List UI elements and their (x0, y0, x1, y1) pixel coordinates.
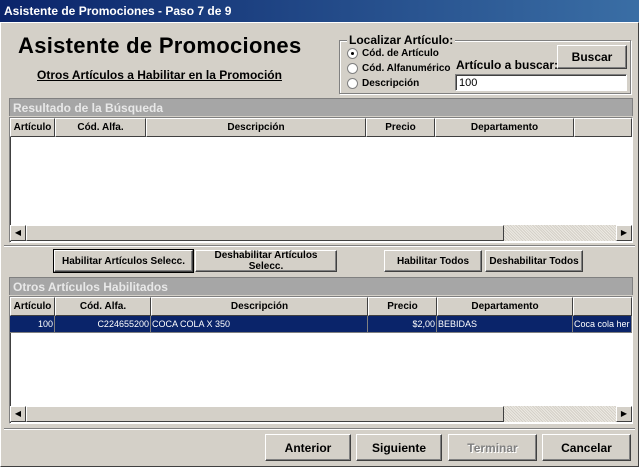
cell-extra: Coca cola her (573, 316, 632, 333)
col-articulo[interactable]: Artículo (10, 297, 55, 316)
search-input[interactable] (455, 74, 627, 91)
radio-cod-alfanumerico[interactable]: Cód. Alfanumérico (347, 63, 451, 74)
radio-cod-articulo[interactable]: Cód. de Artículo (347, 48, 439, 59)
divider (4, 428, 635, 430)
cell-departamento: BEBIDAS (437, 316, 573, 333)
col-precio[interactable]: Precio (368, 297, 437, 316)
results-hscrollbar[interactable]: ◀ ▶ (10, 225, 632, 241)
cancel-button[interactable]: Cancelar (542, 434, 631, 461)
page-subtitle: Otros Artículos a Habilitar en la Promoc… (37, 68, 282, 82)
scroll-left-icon[interactable]: ◀ (10, 225, 26, 241)
enabled-grid-header: Artículo Cód. Alfa. Descripción Precio D… (10, 297, 632, 316)
enabled-hscrollbar[interactable]: ◀ ▶ (10, 406, 632, 422)
scroll-right-icon[interactable]: ▶ (616, 225, 632, 241)
enable-all-button[interactable]: Habilitar Todos (384, 250, 482, 272)
search-button[interactable]: Buscar (557, 45, 627, 69)
cell-precio: $2,00 (368, 316, 437, 333)
radio-label: Cód. de Artículo (362, 48, 439, 59)
divider (4, 245, 635, 247)
search-field-label: Artículo a buscar: (456, 58, 559, 72)
search-group-label: Localizar Artículo: (347, 33, 456, 47)
scroll-left-icon[interactable]: ◀ (10, 406, 26, 422)
radio-descripcion[interactable]: Descripción (347, 78, 419, 89)
col-articulo[interactable]: Artículo (10, 118, 55, 137)
back-button[interactable]: Anterior (265, 434, 351, 461)
results-grid[interactable]: Artículo Cód. Alfa. Descripción Precio D… (9, 117, 633, 243)
results-grid-body (10, 137, 632, 225)
col-cod-alfa[interactable]: Cód. Alfa. (55, 118, 146, 137)
enabled-panel-header: Otros Artículos Habilitados (9, 277, 633, 295)
scroll-right-icon[interactable]: ▶ (616, 406, 632, 422)
results-grid-header: Artículo Cód. Alfa. Descripción Precio D… (10, 118, 632, 137)
scroll-thumb[interactable] (26, 406, 504, 422)
radio-label: Descripción (362, 78, 420, 89)
radio-empty-icon (347, 63, 358, 74)
enabled-grid[interactable]: Artículo Cód. Alfa. Descripción Precio D… (9, 296, 633, 424)
scroll-thumb[interactable] (26, 225, 504, 241)
disable-all-button[interactable]: Deshabilitar Todos (485, 250, 583, 272)
col-descripcion[interactable]: Descripción (151, 297, 368, 316)
cell-descripcion: COCA COLA X 350 (151, 316, 368, 333)
cell-cod-alfa: C224655200 (55, 316, 151, 333)
results-panel-header: Resultado de la Búsqueda (9, 98, 633, 116)
col-departamento[interactable]: Departamento (437, 297, 573, 316)
col-precio[interactable]: Precio (366, 118, 435, 137)
col-cod-alfa[interactable]: Cód. Alfa. (55, 297, 151, 316)
col-descripcion[interactable]: Descripción (146, 118, 366, 137)
finish-button[interactable]: Terminar (448, 434, 537, 461)
radio-empty-icon (347, 78, 358, 89)
enabled-grid-body (10, 333, 632, 406)
scroll-track[interactable] (504, 406, 616, 422)
col-extra[interactable] (573, 297, 632, 316)
next-button[interactable]: Siguiente (356, 434, 442, 461)
radio-label: Cód. Alfanumérico (362, 63, 451, 74)
cell-articulo: 100 (10, 316, 55, 333)
radio-selected-icon (347, 48, 358, 59)
disable-selected-button[interactable]: Deshabilitar Artículos Selecc. (195, 250, 337, 272)
table-row[interactable]: 100 C224655200 COCA COLA X 350 $2,00 BEB… (10, 316, 632, 333)
scroll-track[interactable] (504, 225, 616, 241)
page-title: Asistente de Promociones (18, 33, 302, 58)
window-titlebar: Asistente de Promociones - Paso 7 de 9 (0, 0, 639, 22)
col-extra[interactable] (574, 118, 632, 137)
col-departamento[interactable]: Departamento (435, 118, 574, 137)
enable-selected-button[interactable]: Habilitar Artículos Selecc. (53, 249, 194, 273)
